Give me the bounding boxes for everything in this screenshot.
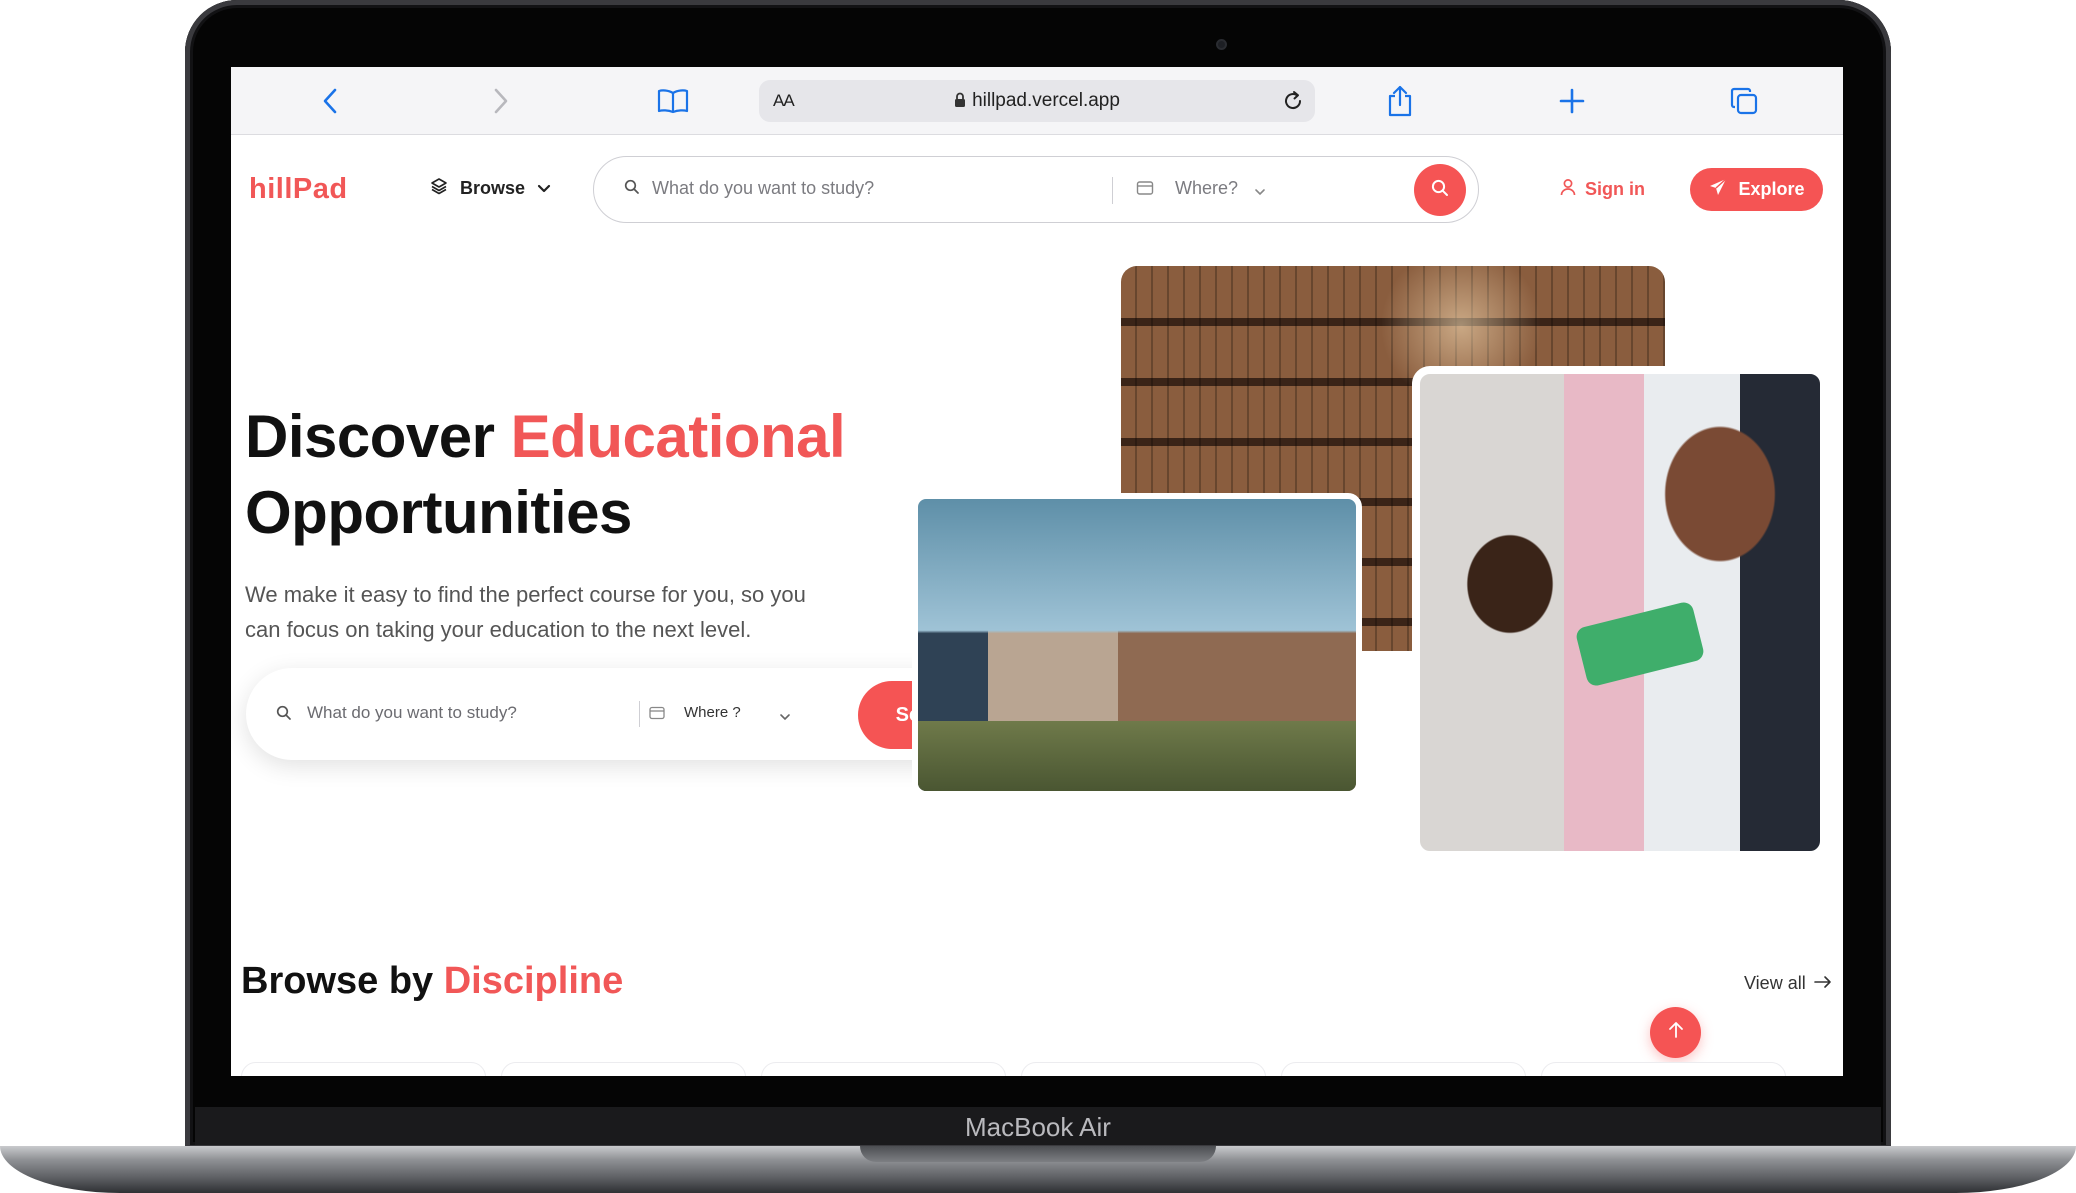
- chevron-down-icon: [537, 178, 551, 199]
- browser-toolbar: AA hillpad.vercel.app: [231, 67, 1843, 135]
- header-where-select[interactable]: Where?: [1175, 178, 1238, 199]
- students-photo: [1412, 366, 1828, 859]
- hero-title-part2: Opportunities: [245, 479, 632, 546]
- scroll-to-top-button[interactable]: [1650, 1007, 1701, 1058]
- screen: AA hillpad.vercel.app hillPad Browse Wha…: [231, 67, 1843, 1076]
- hero-title-part1: Discover: [245, 403, 511, 470]
- view-all-label: View all: [1744, 973, 1806, 993]
- search-icon: [1430, 178, 1450, 203]
- discipline-card[interactable]: [241, 1062, 486, 1076]
- discipline-title-accent: Discipline: [443, 960, 624, 1002]
- reload-icon[interactable]: [1281, 89, 1305, 118]
- discipline-title-part1: Browse by: [241, 960, 444, 1002]
- header-study-input[interactable]: What do you want to study?: [652, 178, 874, 199]
- discipline-card[interactable]: [1021, 1062, 1266, 1076]
- tabs-icon[interactable]: [1724, 81, 1764, 121]
- header-search-button[interactable]: [1414, 164, 1466, 216]
- chevron-down-icon: [779, 708, 791, 726]
- location-icon: [1136, 180, 1154, 201]
- new-tab-icon[interactable]: [1552, 81, 1592, 121]
- arrow-up-icon: [1668, 1021, 1684, 1044]
- url-display: hillpad.vercel.app: [759, 90, 1315, 114]
- back-icon[interactable]: [310, 81, 350, 121]
- discipline-card[interactable]: [1541, 1062, 1786, 1076]
- hero-title: Discover Educational Opportunities: [245, 399, 846, 551]
- browse-label: Browse: [460, 177, 526, 198]
- hero-search-bar: What do you want to study? Where ? Searc…: [246, 668, 1016, 760]
- hero-subtitle: We make it easy to find the perfect cour…: [245, 582, 806, 642]
- browse-menu-button[interactable]: Browse: [430, 173, 551, 203]
- user-icon: [1560, 178, 1576, 201]
- layers-icon: [430, 177, 448, 200]
- hero-study-input[interactable]: What do you want to study?: [307, 703, 517, 723]
- discipline-section-title: Browse by Discipline: [241, 960, 623, 1003]
- url-text: hillpad.vercel.app: [972, 90, 1120, 111]
- camera: [1216, 39, 1227, 50]
- hero-title-accent: Educational: [510, 403, 846, 470]
- address-bar[interactable]: AA hillpad.vercel.app: [759, 80, 1315, 122]
- search-icon: [276, 705, 292, 726]
- explore-button[interactable]: Explore: [1690, 168, 1823, 211]
- signin-label: Sign in: [1585, 179, 1645, 199]
- signin-link[interactable]: Sign in: [1560, 178, 1645, 201]
- view-all-link[interactable]: View all: [1744, 973, 1832, 994]
- discipline-card[interactable]: [761, 1062, 1006, 1076]
- search-divider: [1112, 177, 1113, 204]
- explore-label: Explore: [1738, 179, 1805, 199]
- search-divider: [639, 701, 640, 727]
- header-search-bar: What do you want to study? Where?: [593, 156, 1479, 223]
- laptop-notch: [860, 1146, 1216, 1162]
- campus-building-photo: [912, 493, 1362, 797]
- site-logo[interactable]: hillPad: [249, 173, 348, 206]
- search-icon: [624, 179, 640, 200]
- hero-where-select[interactable]: Where ?: [684, 704, 741, 721]
- share-icon[interactable]: [1380, 81, 1420, 121]
- discipline-card[interactable]: [1281, 1062, 1526, 1076]
- bookmarks-icon[interactable]: [653, 81, 693, 121]
- lock-icon: [954, 92, 966, 114]
- send-icon: [1708, 177, 1728, 202]
- forward-icon[interactable]: [481, 81, 521, 121]
- chevron-down-icon: [1254, 183, 1266, 201]
- discipline-card[interactable]: [501, 1062, 746, 1076]
- device-label: MacBook Air: [965, 1112, 1111, 1142]
- arrow-right-icon: [1813, 973, 1832, 994]
- location-icon: [649, 706, 665, 725]
